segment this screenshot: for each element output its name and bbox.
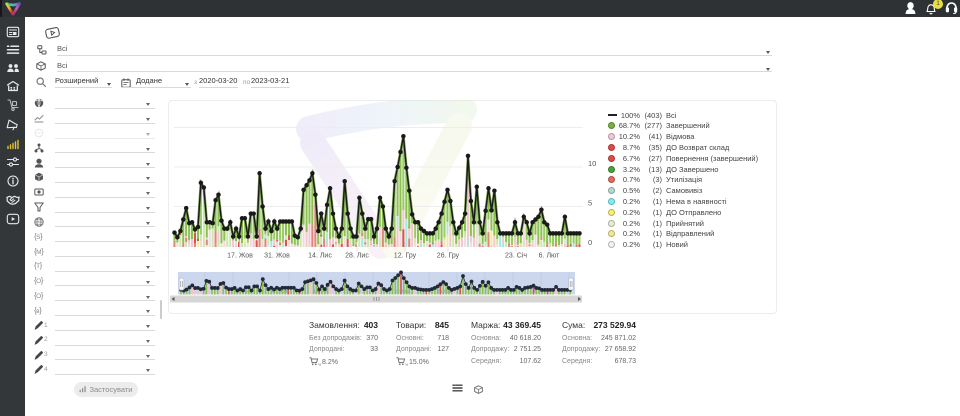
svg-text:23. Січ: 23. Січ [505,252,527,260]
svg-text:6. Лют: 6. Лют [539,253,560,260]
svg-text:%: % [318,362,321,367]
svg-text:14. Лис: 14. Лис [308,253,332,260]
svg-text:12. Гру: 12. Гру [394,253,417,260]
svg-text:%: % [405,362,408,367]
svg-text:17. Жов: 17. Жов [227,253,253,260]
svg-text:28. Лис: 28. Лис [345,253,369,260]
svg-text:12. Гру: 12. Гру [395,289,410,294]
svg-text:26. Гру: 26. Гру [437,253,460,260]
svg-text:31. Жов: 31. Жов [264,253,290,260]
